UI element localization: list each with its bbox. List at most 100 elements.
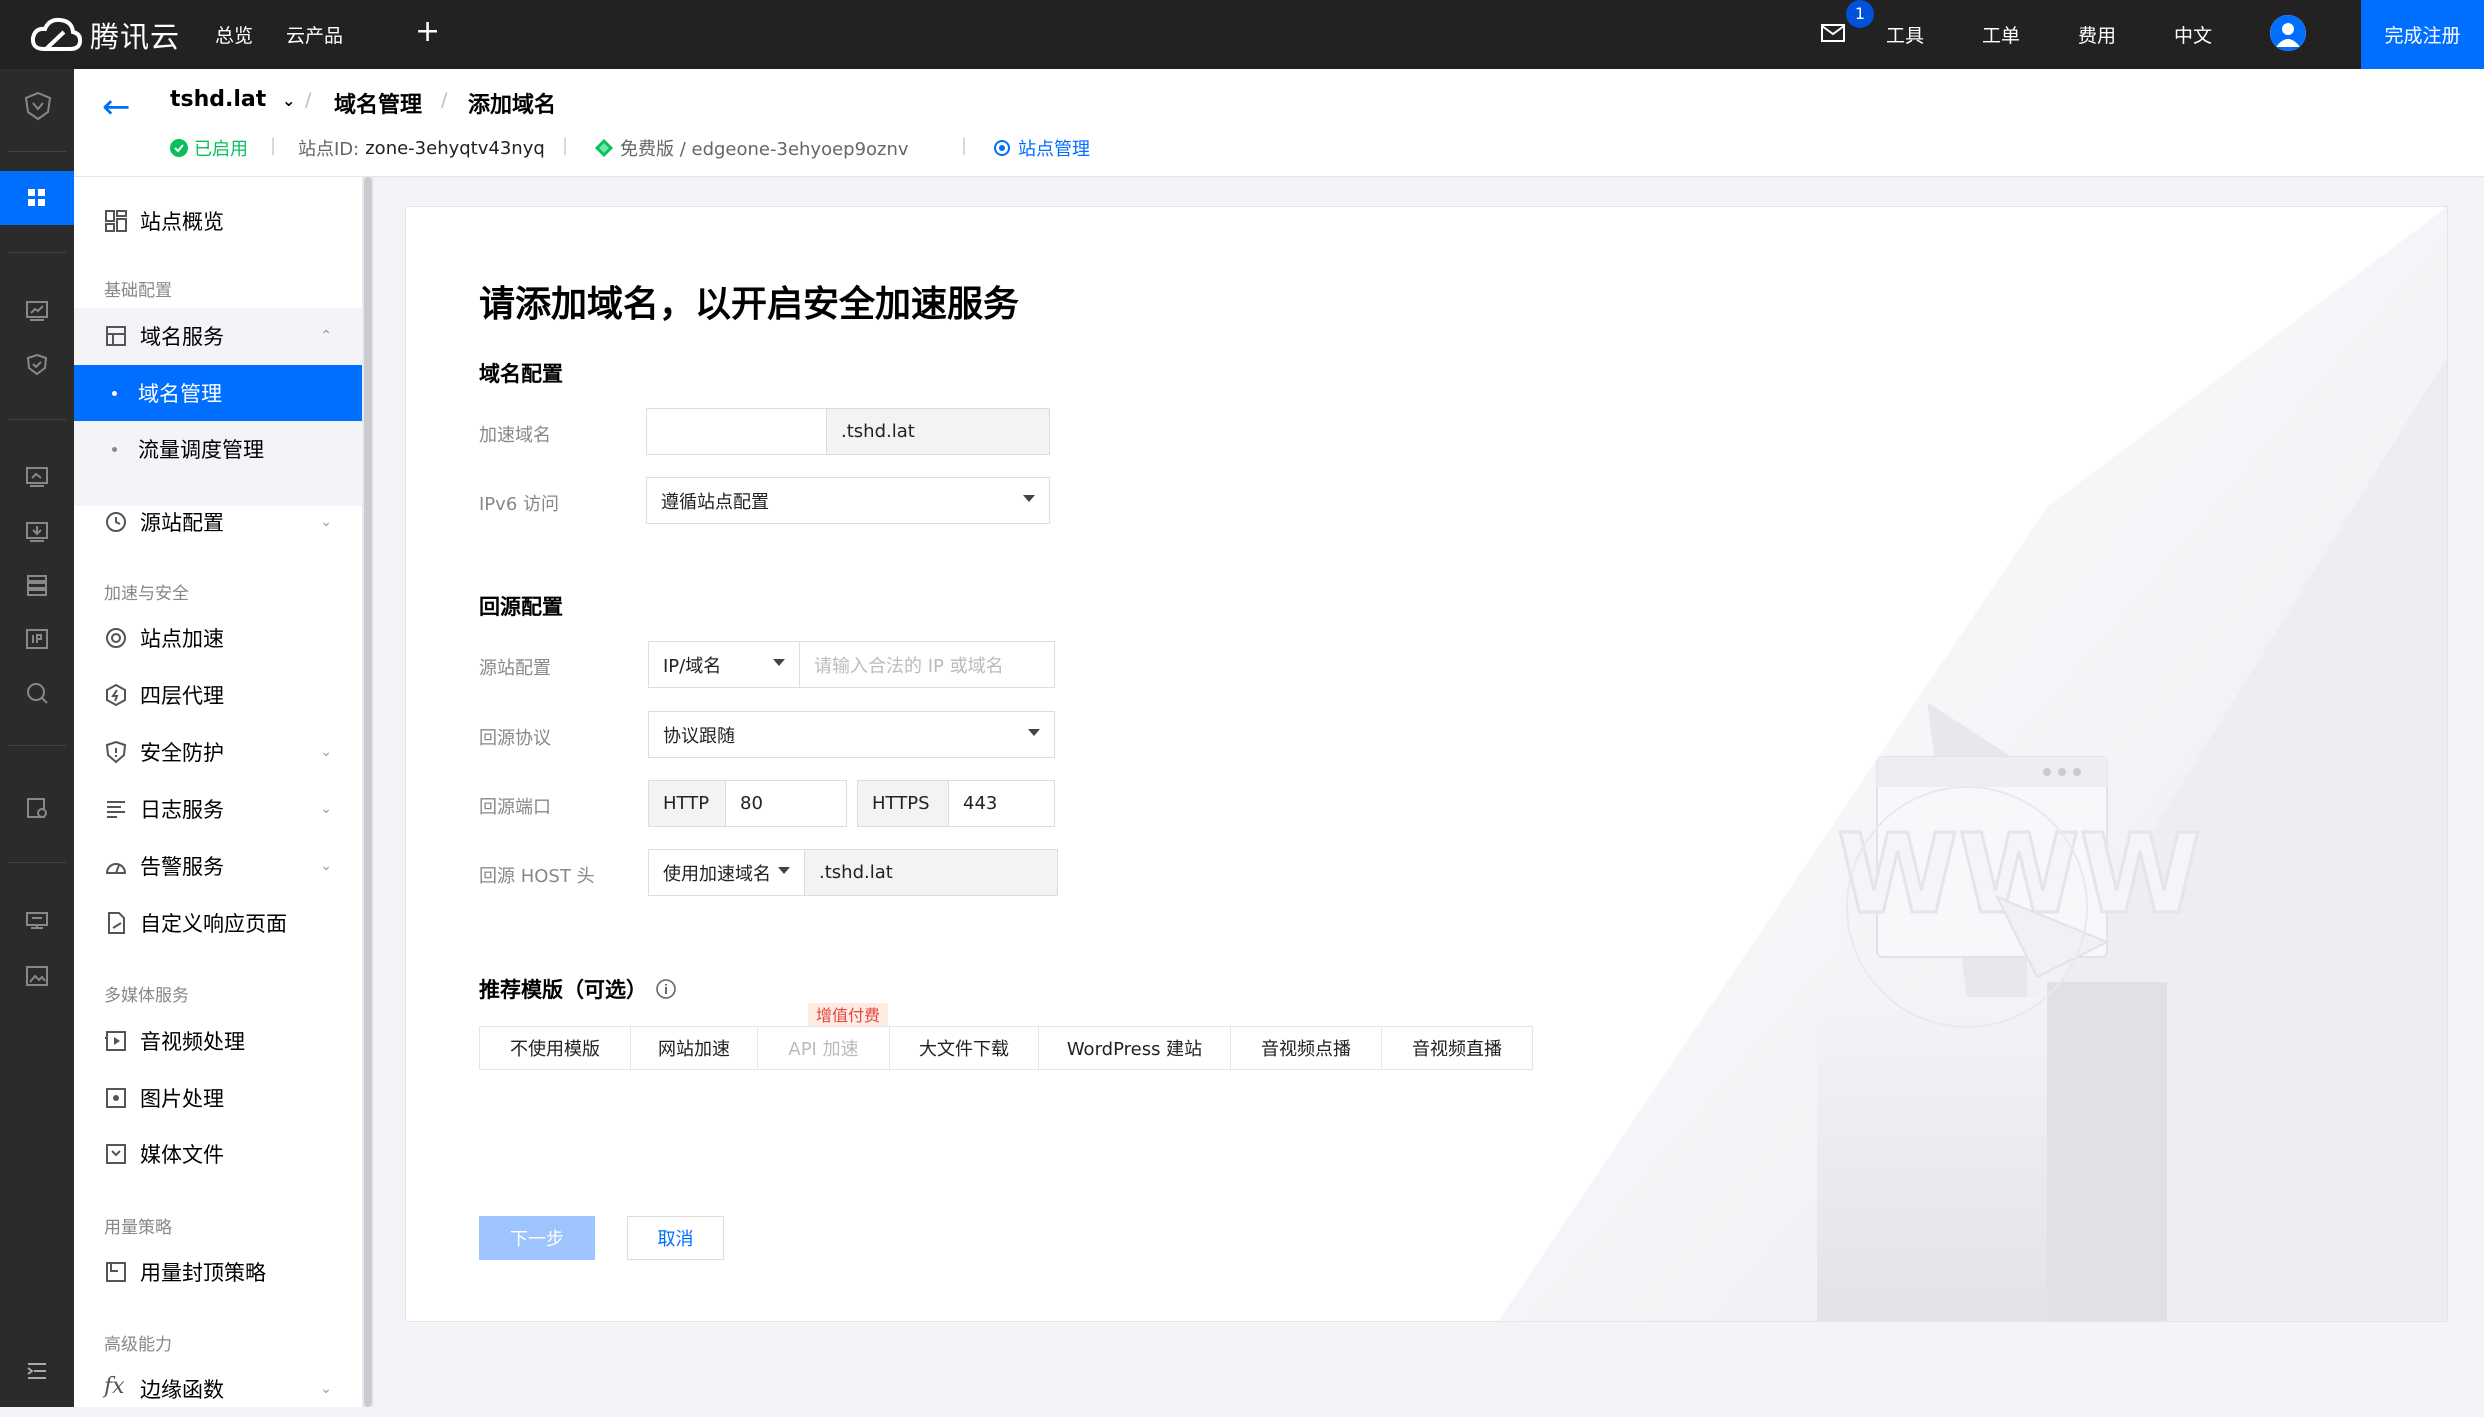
info-icon[interactable] xyxy=(655,978,677,1000)
brand-name: 腾讯云 xyxy=(90,20,181,54)
collapse-menu-icon[interactable] xyxy=(24,1358,50,1384)
video-frame-icon xyxy=(105,1031,126,1051)
user-avatar-icon[interactable] xyxy=(2270,15,2306,51)
complete-registration-button[interactable]: 完成注册 xyxy=(2361,0,2484,69)
sidebar-item-alarm[interactable]: 告警服务 ⌄ xyxy=(74,838,362,894)
ipv6-select-value: 遵循站点配置 xyxy=(661,491,769,513)
origin-address-input[interactable]: 请输入合法的 IP 或域名 xyxy=(799,641,1055,688)
sidebar-item-security[interactable]: 安全防护 ⌄ xyxy=(74,724,362,780)
origin-type-value: IP/域名 xyxy=(663,655,722,677)
sidebar-item-media-file[interactable]: 媒体文件 xyxy=(74,1126,362,1182)
mail-icon[interactable] xyxy=(1818,18,1848,48)
dropdown-arrow-icon xyxy=(1023,495,1035,502)
ip-icon[interactable] xyxy=(24,626,50,652)
accel-domain-input[interactable] xyxy=(646,408,827,455)
group-usage: 用量策略 xyxy=(104,1218,172,1238)
sidebar-item-l4-proxy[interactable]: 四层代理 xyxy=(74,667,362,723)
sidebar-item-label: 自定义响应页面 xyxy=(140,912,287,936)
host-type-select[interactable]: 使用加速域名 xyxy=(648,849,805,896)
chevron-down-icon: ⌄ xyxy=(320,801,332,817)
nav-tools[interactable]: 工具 xyxy=(1886,0,1924,69)
hexagon-icon xyxy=(106,683,126,707)
nav-tickets[interactable]: 工单 xyxy=(1982,0,2020,69)
analytics-screen-icon[interactable] xyxy=(24,464,50,490)
next-button[interactable]: 下一步 xyxy=(479,1216,595,1260)
divider: | xyxy=(562,135,569,156)
sidebar-scrollbar[interactable] xyxy=(362,177,374,1407)
chevron-down-icon: ⌄ xyxy=(320,514,332,530)
section-origin-config: 回源配置 xyxy=(479,595,563,619)
monitor-chart-icon[interactable] xyxy=(24,298,50,324)
template-web-accel[interactable]: 网站加速 xyxy=(630,1026,758,1070)
ipv6-select[interactable]: 遵循站点配置 xyxy=(646,477,1050,524)
sidebar-item-label: 用量封顶策略 xyxy=(140,1261,266,1285)
sidebar-item-logs[interactable]: 日志服务 ⌄ xyxy=(74,781,362,837)
divider: | xyxy=(270,135,277,156)
check-circle-icon xyxy=(170,139,188,157)
nav-billing[interactable]: 费用 xyxy=(2078,0,2116,69)
list-panel-icon[interactable] xyxy=(24,572,50,598)
http-port-input[interactable]: 80 xyxy=(725,780,847,827)
origin-protocol-select[interactable]: 协议跟随 xyxy=(648,711,1055,758)
nav-overview[interactable]: 总览 xyxy=(215,0,253,69)
breadcrumb-separator: / xyxy=(441,89,448,111)
sidebar-item-label: 日志服务 xyxy=(140,798,224,822)
template-large-file[interactable]: 大文件下载 xyxy=(889,1026,1039,1070)
sidebar-item-custom-page[interactable]: 自定义响应页面 xyxy=(74,895,362,951)
http-port-value: 80 xyxy=(740,793,763,814)
dashboard-grid-icon[interactable] xyxy=(24,185,50,211)
ipv6-label: IPv6 访问 xyxy=(479,494,559,515)
security-shield-icon[interactable] xyxy=(24,352,50,378)
sidebar-item-edge-function[interactable]: fx 边缘函数 ⌄ xyxy=(74,1361,362,1417)
sidebar-item-domain-manage[interactable]: 域名管理 xyxy=(74,365,362,421)
site-manage-link[interactable]: 站点管理 xyxy=(992,135,1090,161)
store-icon[interactable] xyxy=(24,908,50,934)
tencent-cloud-logo[interactable]: 腾讯云 xyxy=(30,10,180,60)
history-icon xyxy=(106,512,126,532)
sidebar-item-image[interactable]: 图片处理 xyxy=(74,1070,362,1126)
chevron-down-icon: ⌄ xyxy=(320,744,332,760)
nav-products[interactable]: 云产品 xyxy=(286,0,343,69)
sidebar-item-traffic[interactable]: 流量调度管理 xyxy=(74,421,362,477)
sidebar-item-av[interactable]: 音视频处理 xyxy=(74,1013,362,1069)
back-arrow-icon[interactable]: ← xyxy=(102,87,131,127)
nav-language[interactable]: 中文 xyxy=(2174,0,2212,69)
dropdown-arrow-icon xyxy=(1028,729,1040,736)
product-icon-rail xyxy=(0,69,74,1407)
page-edit-icon xyxy=(108,912,125,934)
plan-text: 免费版 / edgeone-3ehyoep9oznv xyxy=(620,139,909,160)
http-addon: HTTP xyxy=(648,780,726,827)
bullet-dot xyxy=(112,446,117,452)
breadcrumb-domain-manage[interactable]: 域名管理 xyxy=(334,87,422,119)
sidebar-item-domain-service[interactable]: 域名服务 ⌃ xyxy=(74,308,362,364)
origin-address-placeholder: 请输入合法的 IP 或域名 xyxy=(814,655,1004,677)
group-advanced: 高级能力 xyxy=(104,1335,172,1355)
settings-doc-icon[interactable] xyxy=(24,795,50,821)
site-id: 站点ID: zone-3ehyqtv43nyq xyxy=(298,135,545,161)
add-shortcut-button[interactable]: + xyxy=(415,14,440,49)
template-live[interactable]: 音视频直播 xyxy=(1381,1026,1533,1070)
sidebar-item-usage-cap[interactable]: 用量封顶策略 xyxy=(74,1244,362,1300)
image-icon[interactable] xyxy=(24,963,50,989)
sidebar-item-site-accel[interactable]: 站点加速 xyxy=(74,610,362,666)
cancel-button[interactable]: 取消 xyxy=(627,1216,724,1260)
overview-icon xyxy=(105,210,127,232)
site-selector[interactable]: tshd.lat ⌄ xyxy=(170,87,295,112)
bullet-dot xyxy=(112,390,117,396)
plan-info[interactable]: 免费版 / edgeone-3ehyoep9oznv xyxy=(594,135,909,161)
https-port-input[interactable]: 443 xyxy=(948,780,1055,827)
origin-type-select[interactable]: IP/域名 xyxy=(648,641,800,688)
sidebar-item-overview[interactable]: 站点概览 xyxy=(74,193,362,249)
sidebar-item-label: 流量调度管理 xyxy=(138,438,264,462)
template-none[interactable]: 不使用模版 xyxy=(479,1026,631,1070)
search-icon[interactable] xyxy=(24,680,50,706)
template-vod[interactable]: 音视频点播 xyxy=(1230,1026,1382,1070)
chevron-up-icon: ⌃ xyxy=(320,328,332,344)
domain-suffix: .tshd.lat xyxy=(826,408,1050,455)
template-wordpress[interactable]: WordPress 建站 xyxy=(1038,1026,1231,1070)
edgeone-shield-icon[interactable] xyxy=(24,91,52,121)
sidebar-item-origin[interactable]: 源站配置 ⌄ xyxy=(74,494,362,550)
shield-icon xyxy=(105,740,127,764)
download-icon[interactable] xyxy=(24,519,50,545)
top-bar: 腾讯云 总览 云产品 + 1 工具 工单 费用 中文 完成注册 xyxy=(0,0,2484,69)
